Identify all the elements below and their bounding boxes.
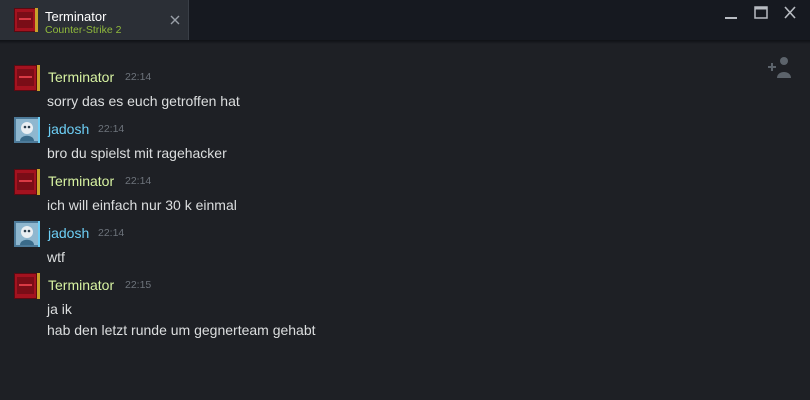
sender-name[interactable]: Terminator [48, 69, 114, 85]
tab-title: Terminator [45, 9, 107, 24]
add-friend-icon[interactable] [765, 56, 793, 80]
close-window-button[interactable] [780, 4, 800, 22]
close-tab-icon[interactable] [168, 13, 182, 27]
sender-name[interactable]: jadosh [48, 121, 89, 137]
message-text: hab den letzt runde um gegnerteam gehabt [47, 322, 316, 338]
message-text: wtf [47, 249, 65, 265]
chat-window: Terminator Counter-Strike 2 Terminator 2… [0, 0, 810, 400]
maximize-button[interactable] [751, 4, 771, 22]
jadosh-avatar-icon[interactable] [14, 221, 40, 247]
sender-name[interactable]: Terminator [48, 277, 114, 293]
message-text: bro du spielst mit ragehacker [47, 145, 227, 161]
sender-name[interactable]: jadosh [48, 225, 89, 241]
terminator-avatar-icon [14, 8, 38, 32]
message-timestamp: 22:14 [98, 123, 125, 135]
tab-game-status: Counter-Strike 2 [45, 24, 122, 36]
terminator-avatar-icon[interactable] [14, 65, 40, 91]
jadosh-avatar-icon[interactable] [14, 117, 40, 143]
chat-tab-terminator[interactable]: Terminator Counter-Strike 2 [0, 0, 189, 40]
message-timestamp: 22:15 [125, 279, 152, 291]
title-bar: Terminator Counter-Strike 2 [0, 0, 810, 40]
message-timestamp: 22:14 [125, 175, 152, 187]
message-text: ich will einfach nur 30 k einmal [47, 197, 237, 213]
message-timestamp: 22:14 [125, 71, 152, 83]
title-bar-shadow [0, 40, 810, 44]
message-text: ja ik [47, 301, 72, 317]
message-text: sorry das es euch getroffen hat [47, 93, 240, 109]
terminator-avatar-icon[interactable] [14, 169, 40, 195]
message-timestamp: 22:14 [98, 227, 125, 239]
minimize-button[interactable] [721, 4, 741, 22]
sender-name[interactable]: Terminator [48, 173, 114, 189]
terminator-avatar-icon[interactable] [14, 273, 40, 299]
